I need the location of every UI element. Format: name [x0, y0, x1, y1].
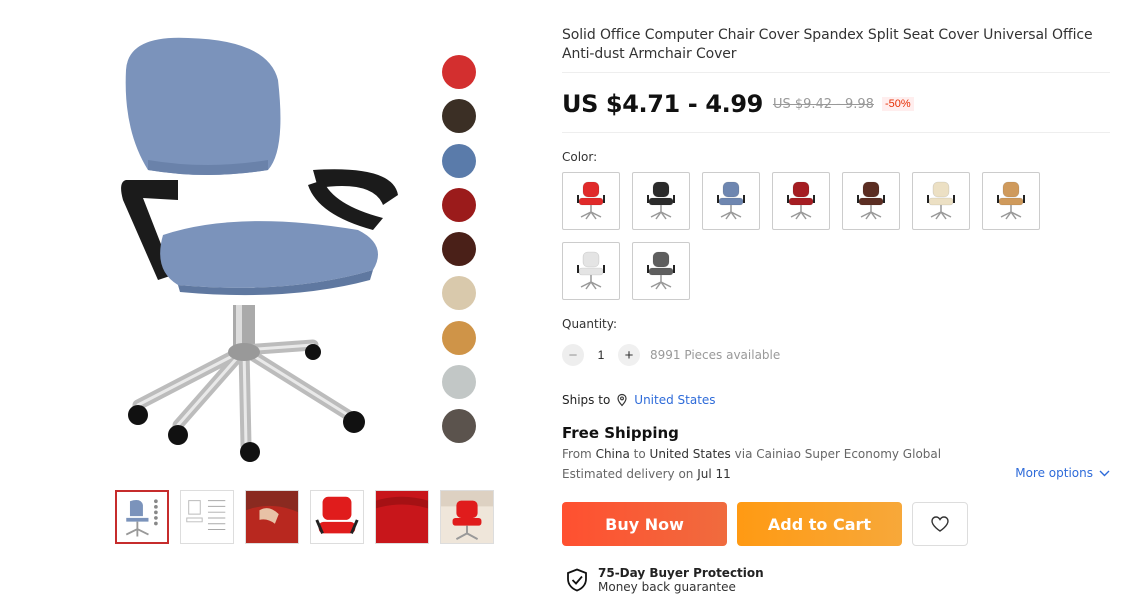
color-option-black[interactable] — [632, 172, 690, 230]
color-option-wine[interactable] — [772, 172, 830, 230]
swatch-dot — [442, 55, 476, 89]
location-pin-icon — [617, 393, 627, 407]
color-option-camel[interactable] — [982, 172, 1040, 230]
shipping-title: Free Shipping — [562, 424, 679, 442]
thumbnail-5[interactable] — [375, 490, 429, 544]
swatch-dot — [442, 276, 476, 311]
thumbnail-6[interactable] — [440, 490, 494, 544]
color-option-white[interactable] — [562, 242, 620, 300]
swatch-dot — [442, 409, 476, 444]
divider — [562, 72, 1110, 73]
swatch-dot — [442, 365, 476, 400]
buyer-protection: 75-Day Buyer Protection Money back guara… — [566, 566, 764, 594]
chair-thumbnail-icon — [717, 181, 745, 220]
from-prefix: From — [562, 447, 592, 461]
chair-thumbnail-icon — [577, 251, 605, 290]
thumbnail-3[interactable] — [245, 490, 299, 544]
add-to-cart-button[interactable]: Add to Cart — [737, 502, 902, 546]
chair-thumbnail-icon — [647, 181, 675, 220]
original-price: US $9.42 - 9.98 — [772, 96, 874, 112]
wishlist-button[interactable] — [912, 502, 968, 546]
shipping-carrier: via Cainiao Super Economy Global — [734, 447, 942, 461]
ships-to-label: Ships to — [562, 393, 611, 407]
heart-icon — [931, 516, 949, 532]
thumbnail-1[interactable] — [115, 490, 169, 544]
main-product-image[interactable] — [118, 30, 418, 470]
swatch-dot — [442, 320, 476, 355]
from-country: China — [595, 447, 630, 461]
chevron-down-icon — [1099, 470, 1110, 476]
delivery-prefix: Estimated delivery on — [562, 467, 694, 481]
chair-thumbnail-icon — [647, 251, 675, 290]
estimated-delivery: Estimated delivery on Jul 11 — [562, 467, 731, 481]
shield-check-icon — [567, 568, 587, 592]
price: US $4.71 - 4.99 — [562, 90, 763, 118]
chair-thumbnail-icon — [997, 181, 1025, 220]
more-options-link[interactable]: More options — [1015, 466, 1110, 480]
thumbnail-4[interactable] — [310, 490, 364, 544]
quantity-label: Quantity: — [562, 317, 618, 331]
color-label: Color: — [562, 150, 598, 164]
price-row: US $4.71 - 4.99 US $9.42 - 9.98 -50% — [562, 90, 914, 118]
chair-thumbnail-icon — [577, 181, 605, 220]
delivery-date: Jul 11 — [697, 467, 731, 481]
chair-thumbnail-icon — [927, 181, 955, 220]
more-options-label: More options — [1015, 466, 1093, 480]
quantity-value[interactable]: 1 — [584, 348, 618, 362]
color-option-blue[interactable] — [702, 172, 760, 230]
decrease-button[interactable]: − — [562, 344, 584, 366]
chair-thumbnail-icon — [857, 181, 885, 220]
divider — [562, 132, 1110, 133]
color-options — [562, 172, 1062, 300]
to-country: United States — [649, 447, 731, 461]
color-option-beige[interactable] — [912, 172, 970, 230]
to-word: to — [633, 447, 646, 461]
product-title: Solid Office Computer Chair Cover Spande… — [562, 27, 1093, 62]
image-color-swatches — [442, 55, 476, 454]
ships-to: Ships to United States — [562, 393, 716, 407]
color-option-gray[interactable] — [632, 242, 690, 300]
product-info: Solid Office Computer Chair Cover Spande… — [562, 26, 1110, 594]
thumbnail-2[interactable] — [180, 490, 234, 544]
color-option-red[interactable] — [562, 172, 620, 230]
ships-to-country-link[interactable]: United States — [634, 393, 715, 407]
discount-badge: -50% — [881, 97, 914, 111]
buy-now-button[interactable]: Buy Now — [562, 502, 727, 546]
swatch-dot — [442, 187, 476, 222]
chair-thumbnail-icon — [787, 181, 815, 220]
pieces-available: 8991 Pieces available — [650, 348, 781, 362]
thumbnail-strip — [115, 490, 494, 544]
protection-title: 75-Day Buyer Protection — [598, 566, 764, 580]
swatch-dot — [442, 143, 476, 178]
increase-button[interactable]: + — [618, 344, 640, 366]
quantity-stepper: − 1 + 8991 Pieces available — [562, 344, 780, 366]
protection-subtitle: Money back guarantee — [598, 580, 736, 594]
color-option-brown[interactable] — [842, 172, 900, 230]
swatch-dot — [442, 99, 476, 134]
shipping-route: From China to United States via Cainiao … — [562, 447, 941, 461]
swatch-dot — [442, 232, 476, 267]
